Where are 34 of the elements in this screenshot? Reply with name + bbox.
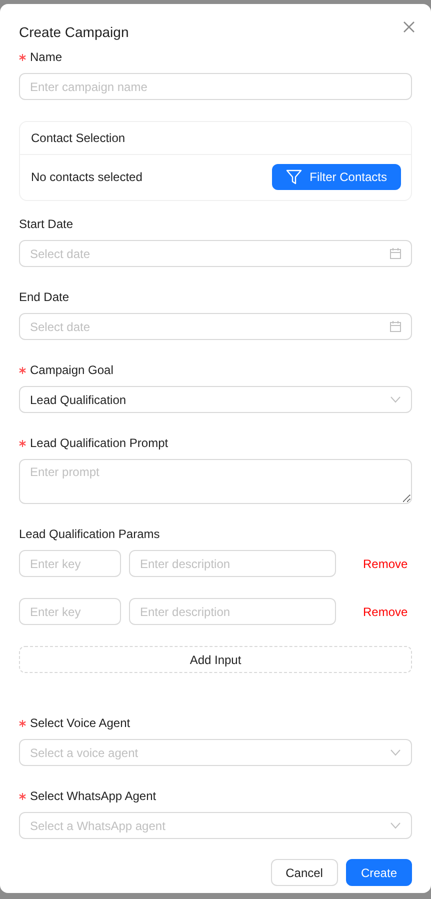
date-field[interactable]: Select date (19, 240, 412, 267)
input-field[interactable]: Enter key (19, 550, 121, 577)
field-label: Lead Qualification Params (19, 527, 160, 541)
date-field[interactable]: Select date (19, 313, 412, 340)
remove-link[interactable]: Remove (363, 556, 408, 570)
close-icon (403, 21, 415, 33)
card-title: Contact Selection (20, 122, 411, 155)
input-field[interactable]: Enter campaign name (19, 73, 412, 100)
chevron-down-icon (390, 822, 401, 829)
close-button[interactable] (403, 21, 415, 33)
calendar-icon (390, 321, 401, 332)
field-label: Campaign Goal (30, 363, 114, 377)
dialog-title: Create Campaign (19, 24, 129, 40)
cancel-button[interactable]: Cancel (270, 859, 338, 886)
text-area[interactable]: Enter prompt (19, 459, 412, 504)
field-label: Select Voice Agent (30, 716, 130, 730)
status-text: No contacts selected (31, 170, 142, 184)
calendar-icon (390, 248, 401, 259)
funnel-icon (286, 169, 302, 185)
field-label: Start Date (19, 217, 74, 231)
create-button[interactable]: Create (346, 859, 412, 886)
field-label: Select WhatsApp Agent (30, 789, 156, 803)
chevron-down-icon (390, 396, 401, 403)
field-label: Lead Qualification Prompt (30, 436, 168, 450)
remove-link[interactable]: Remove (363, 604, 408, 618)
dropdown-field[interactable]: Lead Qualification (19, 386, 412, 413)
input-field[interactable]: Enter key (19, 598, 121, 625)
input-field[interactable]: Enter description (129, 598, 336, 625)
chevron-down-icon (390, 749, 401, 756)
add-input-button[interactable]: Add Input (19, 646, 412, 673)
filter-contacts-button[interactable]: Filter Contacts (272, 164, 401, 190)
input-field[interactable]: Enter description (129, 550, 336, 577)
field-label: End Date (19, 290, 70, 304)
field-label: Name (30, 50, 62, 64)
